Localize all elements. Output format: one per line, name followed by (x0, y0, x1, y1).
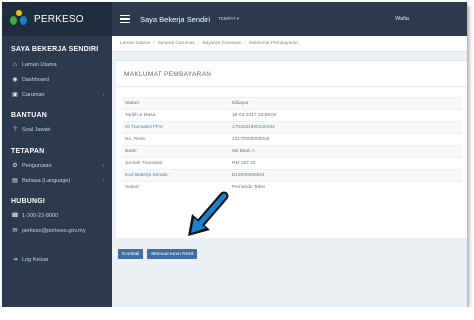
gear-icon: ⚙ (12, 163, 18, 169)
field-value: SB Bank A (229, 145, 462, 158)
brand-name: PERKESO (34, 13, 84, 25)
chevron-left-icon: ‹ (102, 162, 104, 169)
language-dropdown[interactable]: TEMPAT ▾ (218, 16, 239, 22)
breadcrumb: Laman Utama / Senarai Caruman / Bayaran … (112, 36, 467, 52)
sidebar-item-label: Laman Utama (22, 61, 57, 68)
field-label: ID Transaksi FPX: (122, 121, 229, 134)
sidebar-section-settings: TETAPAN (11, 148, 45, 155)
sidebar-item-label: Log Keluar (22, 256, 49, 263)
table-row: No. Resit: 23170000000026 (122, 133, 462, 146)
hamburger-menu-icon[interactable] (120, 13, 130, 26)
sidebar-item-soal-jawab[interactable]: ? Soal Jawab (2, 122, 112, 137)
chevron-left-icon: ‹ (102, 177, 104, 184)
dashboard-icon: ◉ (12, 77, 18, 83)
back-button[interactable]: Kembali (118, 249, 144, 259)
table-row: Status: Dibayar (122, 97, 462, 110)
card-title: MAKLUMAT PEMBAYARAN (116, 61, 467, 87)
breadcrumb-separator: / (153, 41, 155, 46)
sidebar-item-logout[interactable]: ⇥ Log Keluar (2, 252, 112, 267)
sidebar-item-email[interactable]: ✉ perkeso@perkeso.gov.my (2, 223, 112, 238)
payment-info-card: MAKLUMAT PEMBAYARAN Status: Dibayar Tarikh… (116, 60, 467, 238)
field-label: Status: (122, 97, 229, 110)
field-value: 1703181800120194 (229, 121, 462, 134)
table-row: Tarikh & Masa: 18-03-2017 18:58:04 (122, 109, 462, 122)
sidebar-item-label: 1-300-22-8000 (22, 212, 59, 219)
field-label: Tarikh & Masa: (122, 109, 229, 122)
breadcrumb-current: Maklumat Pembayaran (248, 41, 299, 46)
logout-icon: ⇥ (12, 257, 18, 263)
field-value: 18-03-2017 18:58:04 (229, 109, 462, 122)
chevron-left-icon: ‹ (102, 91, 104, 98)
sidebar-section-contact: HUBUNGI (11, 198, 46, 205)
field-label: No. Resit: (122, 133, 229, 146)
download-receipt-button[interactable]: Memuat turun Resit (147, 249, 198, 259)
phone-icon: ☎ (11, 213, 19, 219)
sidebar-item-pengurusan[interactable]: ⚙ Pengurusan ‹ (2, 158, 112, 173)
field-value: RM 157.20 (229, 157, 462, 170)
field-value: B13000000024 (229, 169, 462, 182)
table-row: ID Transaksi FPX: 1703181800120194 (122, 121, 462, 134)
sidebar-section-help: BANTUAN (11, 112, 48, 119)
sidebar-item-label: Pengurusan (22, 162, 52, 169)
breadcrumb-link[interactable]: Laman Utama (120, 41, 150, 46)
action-buttons: Kembali Memuat turun Resit (118, 249, 198, 259)
sidebar: PERKESO SAYA BEKERJA SENDIRI ⌂ Laman Uta… (2, 2, 112, 307)
sidebar-item-bahasa[interactable]: ▤ Bahasa (Language) ‹ (2, 173, 112, 188)
perkeso-logo-icon (10, 10, 28, 28)
sidebar-item-label: Caruman (22, 91, 45, 98)
breadcrumb-link[interactable]: Bayaran Caruman (202, 41, 241, 46)
field-value: Dibayar (229, 97, 462, 110)
language-icon: ▤ (12, 178, 18, 184)
question-icon: ? (13, 126, 17, 133)
payment-details-table: Status: Dibayar Tarikh & Masa: 18-03-2017 1… (122, 97, 462, 194)
table-row: Bank: SB Bank A (122, 145, 462, 158)
table-row: Jumlah Transaksi: RM 157.20 (122, 157, 462, 170)
user-name[interactable]: Wafia (395, 16, 409, 22)
caruman-icon: ▣ (12, 92, 18, 98)
field-value: Pemandu Teksi (229, 181, 462, 194)
sidebar-section-main: SAYA BEKERJA SENDIRI (11, 46, 99, 53)
sidebar-item-laman-utama[interactable]: ⌂ Laman Utama (2, 57, 112, 72)
page-title: Saya Bekerja Sendiri (140, 14, 211, 24)
bottom-margin (0, 307, 474, 320)
app-window: PERKESO SAYA BEKERJA SENDIRI ⌂ Laman Uta… (2, 2, 467, 307)
breadcrumb-link[interactable]: Senarai Caruman (157, 41, 195, 46)
sidebar-item-label: Soal Jawab (22, 126, 51, 133)
sidebar-item-phone[interactable]: ☎ 1-300-22-8000 (2, 208, 112, 223)
field-label: Kod Bekerja Sendiri: (122, 169, 229, 182)
sidebar-item-dashboard[interactable]: ◉ Dashboard (2, 72, 112, 87)
field-label: Jumlah Transaksi: (122, 157, 229, 170)
sidebar-item-label: Dashboard (22, 76, 49, 83)
field-label: Bank: (122, 145, 229, 158)
brand-logo[interactable]: PERKESO (2, 2, 112, 36)
table-row: Kod Bekerja Sendiri: B13000000024 (122, 169, 462, 182)
field-value: 23170000000026 (229, 133, 462, 146)
breadcrumb-separator: / (244, 41, 246, 46)
top-bar: Saya Bekerja Sendiri TEMPAT ▾ Wafia (112, 2, 467, 36)
sidebar-item-label: perkeso@perkeso.gov.my (22, 227, 86, 234)
table-row: Sektor: Pemandu Teksi (122, 181, 462, 194)
home-icon: ⌂ (13, 61, 17, 68)
email-icon: ✉ (12, 228, 18, 234)
sidebar-item-caruman[interactable]: ▣ Caruman ‹ (2, 87, 112, 102)
pointer-arrow-icon (188, 191, 229, 236)
breadcrumb-separator: / (198, 41, 200, 46)
sidebar-item-label: Bahasa (Language) (22, 177, 71, 184)
